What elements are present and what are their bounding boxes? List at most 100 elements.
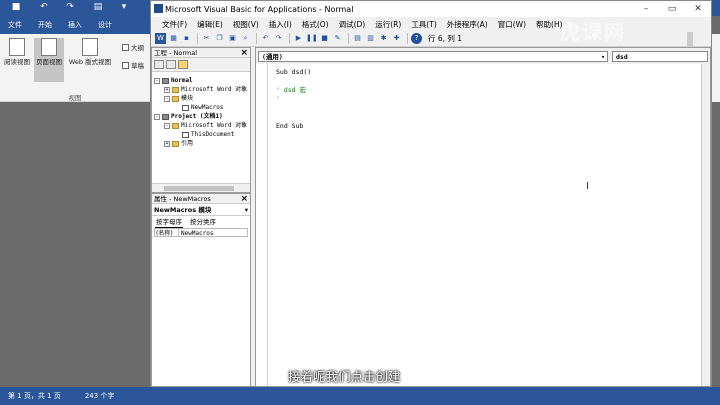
draft-checkbox[interactable]	[122, 61, 129, 69]
paste-icon[interactable]: ▣	[227, 33, 238, 44]
word-count[interactable]: 243 个字	[85, 391, 115, 401]
tree-item[interactable]: + Microsoft Word 对象	[154, 85, 250, 94]
web-layout-button[interactable]: Web 版式视图	[66, 38, 114, 82]
tree-item[interactable]: - Project (文档1)	[154, 112, 250, 121]
save-icon[interactable]: ▪	[181, 33, 192, 44]
object-browser-icon[interactable]: ✱	[378, 33, 389, 44]
vbe-menubar: 文件(F) 编辑(E) 视图(V) 插入(I) 格式(O) 调试(D) 运行(R…	[151, 17, 711, 31]
undo-icon[interactable]: ↶	[260, 33, 271, 44]
copy-icon[interactable]: ❐	[214, 33, 225, 44]
project-icon	[162, 77, 169, 84]
page-count[interactable]: 第 1 页，共 1 页	[8, 391, 61, 401]
find-icon[interactable]: ⌕	[240, 33, 251, 44]
customize-icon[interactable]: ▾	[118, 2, 130, 12]
scrollbar-thumb[interactable]	[164, 186, 234, 191]
tab-alphabetic[interactable]: 按字母序	[155, 216, 183, 228]
read-mode-icon	[9, 38, 25, 56]
maximize-icon[interactable]: ▭	[659, 1, 685, 17]
menu-tools[interactable]: 工具(T)	[406, 19, 441, 30]
tree-item[interactable]: ThisDocument	[154, 130, 250, 139]
procedure-combo[interactable]: dsd	[612, 50, 708, 62]
code-line[interactable]: '	[276, 95, 311, 104]
collapse-icon[interactable]: -	[164, 95, 170, 102]
tab-home[interactable]: 开始	[30, 20, 60, 30]
tab-file[interactable]: 文件	[0, 20, 30, 30]
minimize-icon[interactable]: –	[633, 1, 659, 17]
object-combo[interactable]: (通用) ▾	[258, 50, 608, 62]
view-word-icon[interactable]: W	[155, 33, 166, 44]
run-icon[interactable]: ▶	[293, 33, 304, 44]
code-line[interactable]: End Sub	[276, 122, 311, 131]
properties-icon[interactable]: ▥	[365, 33, 376, 44]
tab-categorized[interactable]: 按分类序	[189, 216, 217, 228]
object-selector[interactable]: NewMacros 模块 ▾	[152, 204, 250, 216]
project-icon	[162, 113, 169, 120]
help-icon[interactable]: ?	[411, 33, 422, 44]
menu-edit[interactable]: 编辑(E)	[192, 19, 228, 30]
reset-icon[interactable]: ■	[319, 33, 330, 44]
property-value[interactable]: NewMacros	[179, 229, 214, 237]
menu-insert[interactable]: 插入(I)	[264, 19, 297, 30]
tab-design[interactable]: 设计	[90, 20, 120, 30]
expand-icon[interactable]: +	[164, 140, 170, 147]
collapse-icon[interactable]: -	[154, 77, 160, 84]
menu-window[interactable]: 窗口(W)	[493, 19, 531, 30]
code-line[interactable]	[276, 113, 311, 122]
collapse-icon[interactable]: -	[164, 122, 170, 129]
code-line[interactable]	[276, 77, 311, 86]
design-mode-icon[interactable]: ✎	[332, 33, 343, 44]
code-line[interactable]	[276, 104, 311, 113]
tree-item[interactable]: - Normal	[154, 76, 250, 85]
outline-checkbox[interactable]	[122, 43, 129, 51]
expand-icon[interactable]: +	[164, 86, 170, 93]
toolbar-scrollbar[interactable]	[687, 32, 693, 46]
vertical-scrollbar[interactable]	[701, 64, 710, 386]
tree-item[interactable]: NewMacros	[154, 103, 250, 112]
redo-icon[interactable]: ↷	[64, 2, 76, 12]
window-controls: – ▭ ✕	[633, 1, 711, 17]
draft-check[interactable]: 草稿	[122, 60, 144, 70]
toggle-folders-icon[interactable]	[178, 60, 188, 69]
read-mode-button[interactable]: 阅读视图	[2, 38, 32, 82]
code-editor[interactable]: Sub dsd() ' dsd 宏 ' End Sub I	[256, 64, 712, 386]
print-icon[interactable]: ▤	[92, 2, 104, 12]
toolbox-icon[interactable]: ✚	[391, 33, 402, 44]
insert-module-icon[interactable]: ▦	[168, 33, 179, 44]
code-text[interactable]: Sub dsd() ' dsd 宏 ' End Sub	[276, 68, 311, 131]
code-line[interactable]: Sub dsd()	[276, 68, 311, 77]
project-tree: - Normal + Microsoft Word 对象 - 模块 NewMacros - Pr…	[154, 76, 250, 148]
chevron-down-icon[interactable]: ▾	[245, 204, 248, 216]
tab-insert[interactable]: 插入	[60, 20, 90, 30]
undo-icon[interactable]: ↶	[38, 2, 50, 12]
menu-view[interactable]: 视图(V)	[228, 19, 264, 30]
close-icon[interactable]: ×	[240, 194, 248, 204]
menu-run[interactable]: 运行(R)	[370, 19, 406, 30]
view-code-icon[interactable]	[154, 60, 164, 69]
tree-item[interactable]: + 引用	[154, 139, 250, 148]
menu-addins[interactable]: 外接程序(A)	[442, 19, 493, 30]
project-explorer-icon[interactable]: ▤	[352, 33, 363, 44]
break-icon[interactable]: ❚❚	[306, 33, 318, 44]
code-selectors: (通用) ▾ dsd	[256, 48, 710, 64]
menu-debug[interactable]: 调试(D)	[334, 19, 371, 30]
horizontal-scrollbar[interactable]	[152, 183, 250, 192]
view-object-icon[interactable]	[166, 60, 176, 69]
margin-indicator-bar[interactable]	[256, 64, 268, 386]
tree-item[interactable]: - 模块	[154, 94, 250, 103]
properties-window: 属性 - NewMacros × NewMacros 模块 ▾ 按字母序 按分类…	[151, 193, 251, 387]
outline-check[interactable]: 大纲	[122, 42, 144, 52]
property-row[interactable]: (名称) NewMacros	[154, 228, 248, 237]
cut-icon[interactable]: ✂	[201, 33, 212, 44]
redo-icon[interactable]: ↷	[273, 33, 284, 44]
tree-item[interactable]: - Microsoft Word 对象	[154, 121, 250, 130]
close-icon[interactable]: ✕	[685, 1, 711, 17]
vba-app-icon	[154, 4, 163, 13]
save-icon[interactable]: ■	[10, 2, 22, 12]
chevron-down-icon[interactable]: ▾	[601, 52, 605, 62]
code-line[interactable]: ' dsd 宏	[276, 86, 311, 95]
menu-file[interactable]: 文件(F)	[157, 19, 192, 30]
menu-format[interactable]: 格式(O)	[297, 19, 334, 30]
collapse-icon[interactable]: -	[154, 113, 160, 120]
close-icon[interactable]: ×	[240, 48, 248, 58]
print-layout-button[interactable]: 页面视图	[34, 38, 64, 82]
